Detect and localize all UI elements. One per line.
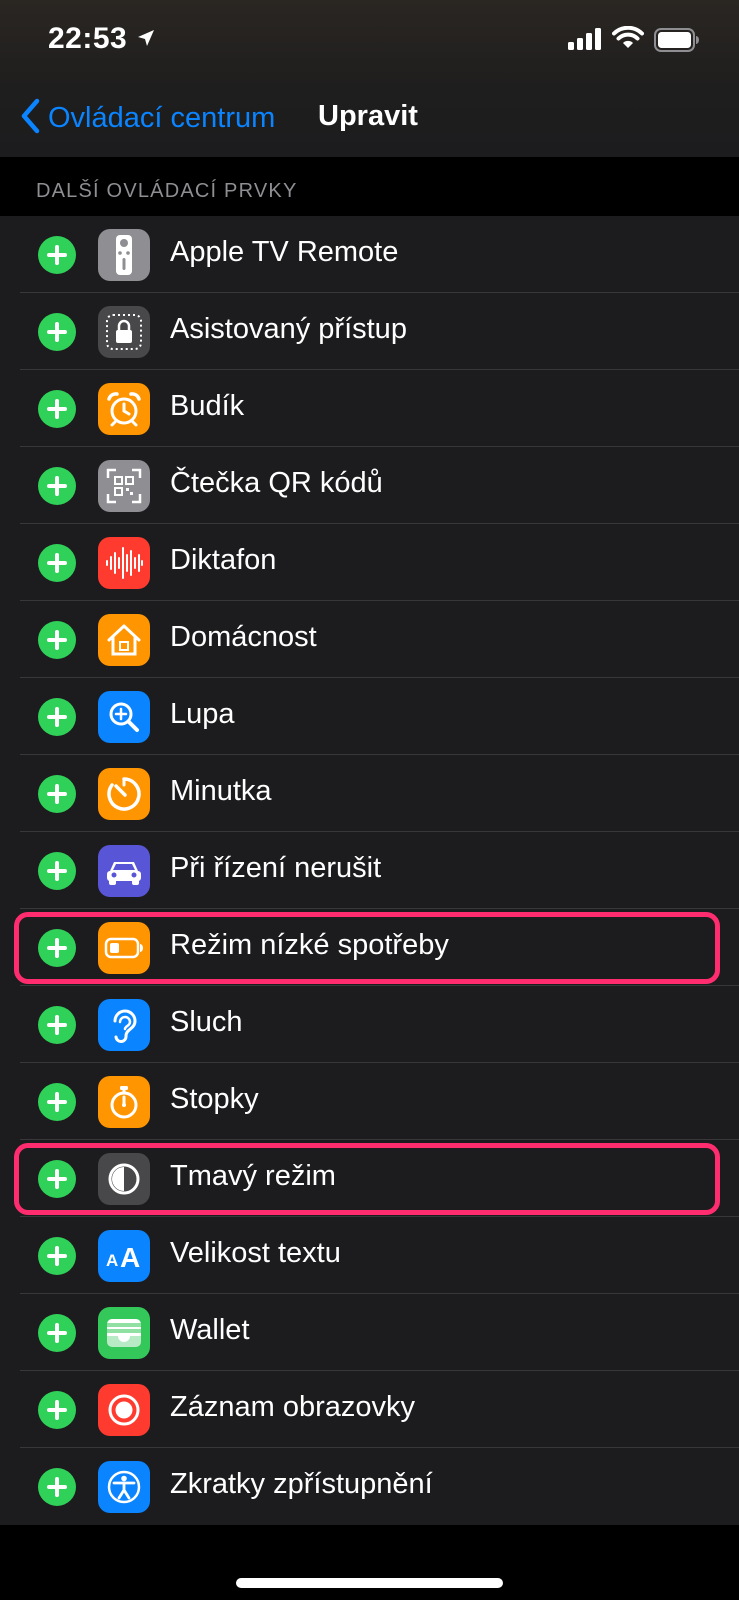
control-row[interactable]: Budík (0, 370, 739, 447)
stopwatch-icon (98, 1076, 150, 1128)
location-arrow-icon (137, 29, 155, 52)
add-control-icon[interactable] (38, 1391, 76, 1429)
chevron-left-icon (20, 98, 40, 139)
control-label: Čtečka QR kódů (170, 467, 383, 499)
control-row[interactable]: Wallet (0, 1294, 739, 1371)
control-label: Sluch (170, 1006, 243, 1038)
control-row[interactable]: Tmavý režim (0, 1140, 739, 1217)
timer-icon (98, 768, 150, 820)
control-row[interactable]: Apple TV Remote (0, 216, 739, 293)
wallet-icon (98, 1307, 150, 1359)
add-control-icon[interactable] (38, 1160, 76, 1198)
control-row[interactable]: Diktafon (0, 524, 739, 601)
battery-icon (654, 28, 700, 57)
screen-record-icon (98, 1384, 150, 1436)
control-label: Záznam obrazovky (170, 1391, 415, 1423)
add-control-icon[interactable] (38, 544, 76, 582)
control-label: Minutka (170, 775, 272, 807)
controls-list: Apple TV Remote Asistovaný přístup Budík Čt… (0, 216, 739, 1525)
control-label: Režim nízké spotřeby (170, 929, 449, 961)
control-label: Stopky (170, 1083, 259, 1115)
ear-icon (98, 999, 150, 1051)
control-label: Asistovaný přístup (170, 313, 407, 345)
add-control-icon[interactable] (38, 390, 76, 428)
add-control-icon[interactable] (38, 1468, 76, 1506)
back-label: Ovládací centrum (48, 101, 276, 134)
add-control-icon[interactable] (38, 1083, 76, 1121)
add-control-icon[interactable] (38, 1314, 76, 1352)
add-control-icon[interactable] (38, 852, 76, 890)
svg-text:A: A (106, 1251, 118, 1270)
section-header: DALŠÍ OVLÁDACÍ PRVKY (36, 180, 298, 202)
control-row[interactable]: Zkratky zpřístupnění (0, 1448, 739, 1525)
back-button[interactable]: Ovládací centrum (20, 96, 275, 140)
apple-tv-remote-icon (98, 229, 150, 281)
add-control-icon[interactable] (38, 621, 76, 659)
control-row[interactable]: Stopky (0, 1063, 739, 1140)
add-control-icon[interactable] (38, 313, 76, 351)
alarm-clock-icon (98, 383, 150, 435)
control-row[interactable]: Při řízení nerušit (0, 832, 739, 909)
control-label: Při řízení nerušit (170, 852, 382, 884)
status-time: 22:53 (48, 22, 128, 55)
control-row[interactable]: Režim nízké spotřeby (0, 909, 739, 986)
control-label: Apple TV Remote (170, 236, 399, 268)
control-label: Velikost textu (170, 1237, 341, 1269)
control-row[interactable]: Čtečka QR kódů (0, 447, 739, 524)
control-label: Domácnost (170, 621, 317, 653)
text-size-icon: AA (98, 1230, 150, 1282)
dark-mode-icon (98, 1153, 150, 1205)
control-row[interactable]: Záznam obrazovky (0, 1371, 739, 1448)
control-row[interactable]: Domácnost (0, 601, 739, 678)
control-row[interactable]: A A Velikost textu (0, 1217, 739, 1294)
control-label: Tmavý režim (170, 1160, 336, 1192)
qr-code-icon (98, 460, 150, 512)
control-row[interactable]: Asistovaný přístup (0, 293, 739, 370)
control-label: Zkratky zpřístupnění (170, 1468, 433, 1500)
accessibility-icon (98, 1461, 150, 1513)
battery-low-icon (98, 922, 150, 974)
add-control-icon[interactable] (38, 775, 76, 813)
add-control-icon[interactable] (38, 1006, 76, 1044)
add-control-icon[interactable] (38, 1237, 76, 1275)
control-label: Wallet (170, 1314, 250, 1346)
cellular-signal-icon (568, 28, 602, 55)
add-control-icon[interactable] (38, 698, 76, 736)
top-bar: 22:53 Ovládací centrum Upravit (0, 0, 739, 157)
control-label: Lupa (170, 698, 235, 730)
control-row[interactable]: Lupa (0, 678, 739, 755)
car-icon (98, 845, 150, 897)
control-row[interactable]: Sluch (0, 986, 739, 1063)
control-label: Budík (170, 390, 245, 422)
home-indicator[interactable] (236, 1578, 503, 1588)
control-label: Diktafon (170, 544, 277, 576)
guided-access-icon (98, 306, 150, 358)
home-icon (98, 614, 150, 666)
control-row[interactable]: Minutka (0, 755, 739, 832)
svg-text:A: A (120, 1242, 140, 1273)
page-title: Upravit (318, 100, 418, 132)
voice-memo-icon (98, 537, 150, 589)
magnifier-icon (98, 691, 150, 743)
add-control-icon[interactable] (38, 467, 76, 505)
add-control-icon[interactable] (38, 929, 76, 967)
add-control-icon[interactable] (38, 236, 76, 274)
wifi-icon (612, 25, 644, 55)
